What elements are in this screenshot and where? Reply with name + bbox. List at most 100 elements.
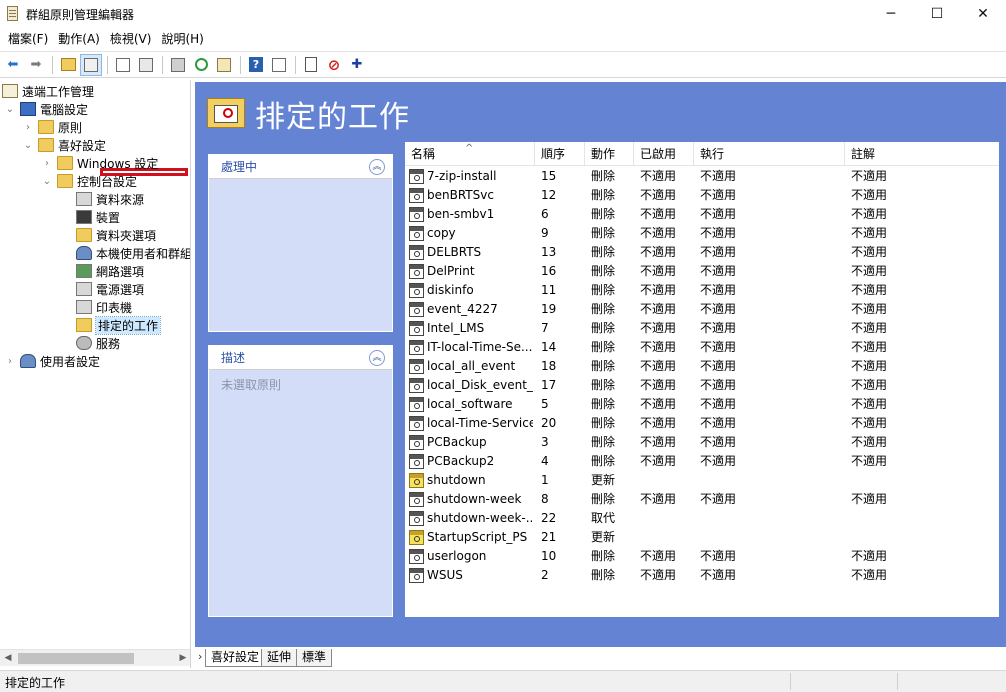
tree-item-printers[interactable]: 印表機: [76, 298, 132, 316]
tab-standard[interactable]: 標準: [296, 649, 333, 667]
add-button[interactable]: ✚: [346, 54, 368, 76]
tree-item-root[interactable]: 遠端工作管理: [2, 82, 94, 100]
scheduled-tasks-list[interactable]: ^ 名稱 順序 動作 已啟用 執行 註解 7-zip-install 15 刪除 不適…: [405, 142, 999, 617]
column-header-comment[interactable]: 註解: [845, 142, 999, 166]
console-tree[interactable]: 遠端工作管理 ⌄ 電腦設定 › 原則 ⌄ 喜好設定 › Windows 設定 ⌄…: [0, 80, 191, 668]
stop-button[interactable]: ⊘: [323, 54, 345, 76]
table-row[interactable]: local_Disk_event_... 17 刪除 不適用 不適用 不適用: [405, 376, 999, 395]
export-list-button[interactable]: [213, 54, 235, 76]
tree-horizontal-scrollbar[interactable]: ◀ ▶: [0, 649, 190, 667]
tab-preferences[interactable]: 喜好設定: [205, 649, 266, 667]
table-row[interactable]: WSUS 2 刪除 不適用 不適用 不適用: [405, 566, 999, 585]
up-level-button[interactable]: [57, 54, 79, 76]
tree-item-user-config[interactable]: › 使用者設定: [4, 352, 100, 370]
properties-button[interactable]: [300, 54, 322, 76]
table-row[interactable]: Intel_LMS 7 刪除 不適用 不適用 不適用: [405, 319, 999, 338]
tree-item-data-sources[interactable]: 資料來源: [76, 190, 144, 208]
menu-file[interactable]: 檔案(F): [3, 29, 53, 49]
task-icon: [409, 188, 424, 203]
tree-item-network-options[interactable]: 網路選項: [76, 262, 144, 280]
table-row[interactable]: 7-zip-install 15 刪除 不適用 不適用 不適用: [405, 167, 999, 186]
tree-item-scheduled-tasks[interactable]: 排定的工作: [76, 315, 162, 335]
menu-action[interactable]: 動作(A): [53, 29, 105, 49]
show-hide-tree-button[interactable]: [80, 53, 102, 76]
cell-run: 不適用: [700, 226, 737, 240]
table-row[interactable]: shutdown-week-... 22 取代: [405, 509, 999, 528]
column-header-run[interactable]: 執行: [694, 142, 845, 166]
tree-item-folder-options[interactable]: 資料夾選項: [76, 226, 156, 244]
table-row[interactable]: local-Time-Service 20 刪除 不適用 不適用 不適用: [405, 414, 999, 433]
column-header-action[interactable]: 動作: [585, 142, 634, 166]
table-row[interactable]: ben-smbv1 6 刪除 不適用 不適用 不適用: [405, 205, 999, 224]
plus-icon: ✚: [351, 57, 363, 72]
column-header-name[interactable]: ^ 名稱: [405, 142, 535, 166]
processing-panel-header[interactable]: 處理中 ︽: [209, 155, 392, 179]
table-row[interactable]: PCBackup2 4 刪除 不適用 不適用 不適用: [405, 452, 999, 471]
show-action-pane-button[interactable]: [268, 54, 290, 76]
back-button[interactable]: ⬅: [2, 54, 24, 76]
paste-button[interactable]: [135, 54, 157, 76]
tree-item-policies[interactable]: › 原則: [22, 118, 82, 136]
cell-enabled: [640, 528, 694, 547]
menu-view[interactable]: 檢視(V): [105, 29, 157, 49]
tree-item-devices[interactable]: 裝置: [76, 208, 120, 226]
cell-order: 10: [541, 549, 557, 563]
column-header-enabled[interactable]: 已啟用: [634, 142, 694, 166]
minimize-button[interactable]: ─: [868, 0, 914, 28]
chevron-down-icon[interactable]: ⌄: [22, 140, 34, 151]
chevron-down-icon[interactable]: ⌄: [4, 104, 16, 115]
tree-item-windows-settings[interactable]: › Windows 設定: [41, 154, 158, 172]
table-row[interactable]: userlogon 10 刪除 不適用 不適用 不適用: [405, 547, 999, 566]
tree-item-control-panel-settings[interactable]: ⌄ 控制台設定: [41, 172, 137, 190]
tree-item-services[interactable]: 服務: [76, 334, 120, 352]
refresh-button[interactable]: [190, 54, 212, 76]
print-button[interactable]: [167, 54, 189, 76]
table-row[interactable]: local_software 5 刪除 不適用 不適用 不適用: [405, 395, 999, 414]
table-row[interactable]: local_all_event 18 刪除 不適用 不適用 不適用: [405, 357, 999, 376]
cell-enabled: 不適用: [640, 549, 677, 563]
table-row[interactable]: StartupScript_PS 21 更新: [405, 528, 999, 547]
close-button[interactable]: ✕: [960, 0, 1006, 28]
column-header-order[interactable]: 順序: [535, 142, 585, 166]
collapse-icon[interactable]: ︽: [369, 350, 385, 366]
tree-item-preferences[interactable]: ⌄ 喜好設定: [22, 136, 106, 154]
copy-button[interactable]: [112, 54, 134, 76]
toolbar-separator: [52, 55, 53, 74]
description-panel: 描述 ︽ 未選取原則: [208, 345, 393, 617]
chevron-down-icon[interactable]: ⌄: [41, 176, 53, 187]
scroll-left-icon[interactable]: ◀: [0, 650, 16, 667]
cell-enabled: 不適用: [640, 188, 677, 202]
table-row[interactable]: shutdown-week 8 刪除 不適用 不適用 不適用: [405, 490, 999, 509]
table-row[interactable]: PCBackup 3 刪除 不適用 不適用 不適用: [405, 433, 999, 452]
chevron-right-icon[interactable]: ›: [41, 158, 53, 169]
table-row[interactable]: benBRTSvc 12 刪除 不適用 不適用 不適用: [405, 186, 999, 205]
chevron-right-icon[interactable]: ›: [4, 356, 16, 367]
chevron-right-icon[interactable]: ›: [22, 122, 34, 133]
description-panel-header[interactable]: 描述 ︽: [209, 346, 392, 370]
printer-icon: [76, 300, 92, 314]
table-row[interactable]: DelPrint 16 刪除 不適用 不適用 不適用: [405, 262, 999, 281]
maximize-button[interactable]: ☐: [914, 0, 960, 28]
table-row[interactable]: event_4227 19 刪除 不適用 不適用 不適用: [405, 300, 999, 319]
tree-item-computer-config[interactable]: ⌄ 電腦設定: [4, 100, 88, 118]
tab-extended[interactable]: 延伸: [261, 649, 298, 667]
document-search-icon: [305, 57, 317, 72]
menu-help[interactable]: 說明(H): [156, 29, 208, 49]
scroll-right-icon[interactable]: ▶: [175, 650, 190, 667]
collapse-icon[interactable]: ︽: [369, 159, 385, 175]
table-row[interactable]: shutdown 1 更新: [405, 471, 999, 490]
table-row[interactable]: IT-local-Time-Se... 14 刪除 不適用 不適用 不適用: [405, 338, 999, 357]
tab-nav-arrow-icon[interactable]: ›: [198, 650, 202, 663]
cell-comment: [851, 509, 999, 528]
help-button[interactable]: ?: [245, 54, 267, 76]
forward-button[interactable]: ➡: [25, 54, 47, 76]
table-row[interactable]: DELBRTS 13 刪除 不適用 不適用 不適用: [405, 243, 999, 262]
cell-enabled: 不適用: [640, 492, 677, 506]
cell-enabled: [640, 509, 694, 528]
table-row[interactable]: diskinfo 11 刪除 不適用 不適用 不適用: [405, 281, 999, 300]
cell-action: 刪除: [591, 378, 616, 392]
tree-item-local-users-groups[interactable]: 本機使用者和群組: [76, 244, 190, 262]
table-row[interactable]: copy 9 刪除 不適用 不適用 不適用: [405, 224, 999, 243]
scrollbar-thumb[interactable]: [18, 653, 134, 664]
tree-item-power-options[interactable]: 電源選項: [76, 280, 144, 298]
